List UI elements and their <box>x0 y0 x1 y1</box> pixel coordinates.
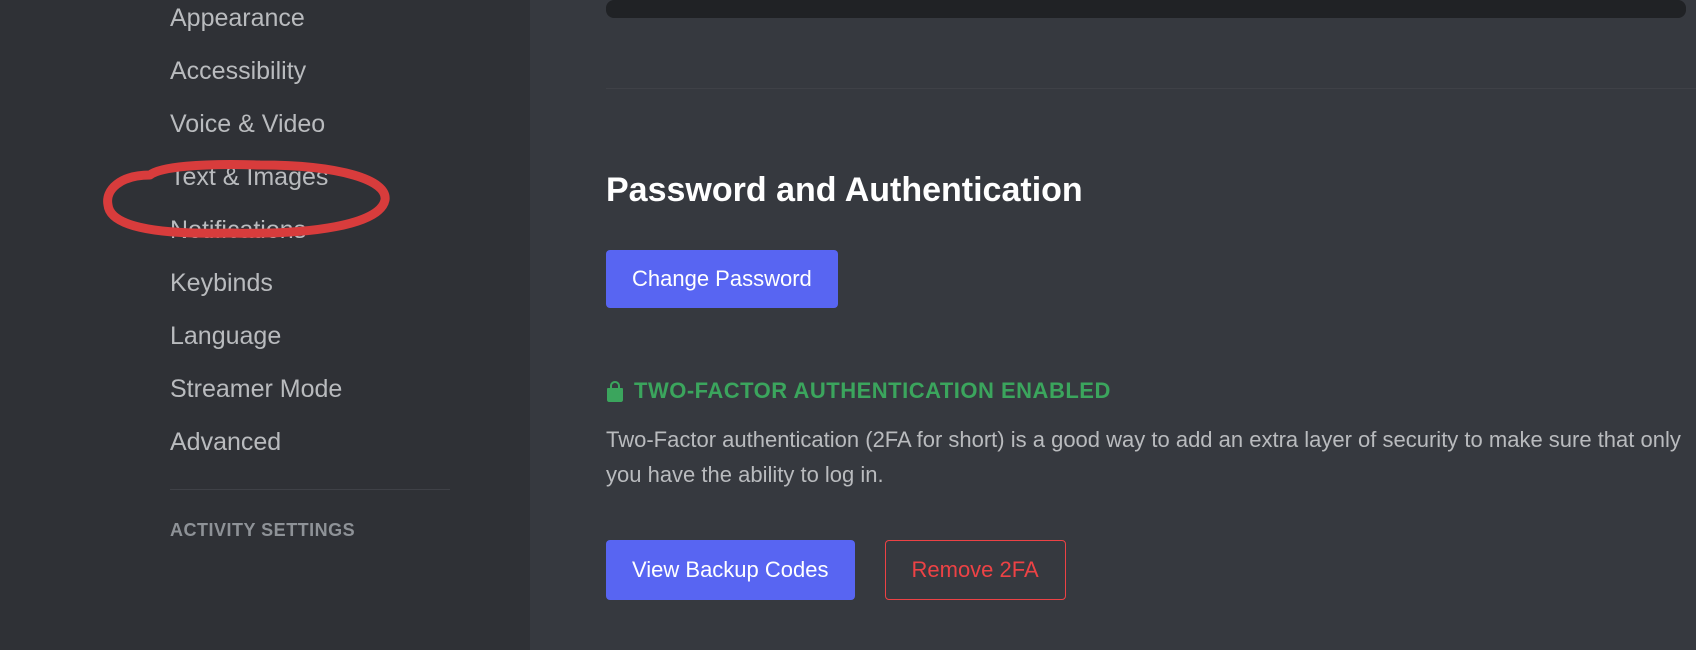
section-divider <box>606 88 1696 89</box>
sidebar-item-appearance[interactable]: Appearance <box>170 0 530 45</box>
main-content: Password and Authentication Change Passw… <box>530 0 1696 650</box>
sidebar-item-notifications[interactable]: Notifications <box>170 204 530 257</box>
twofa-status-text: TWO-FACTOR AUTHENTICATION ENABLED <box>634 378 1111 404</box>
sidebar-item-keybinds[interactable]: Keybinds <box>170 257 530 310</box>
remove-2fa-button[interactable]: Remove 2FA <box>885 540 1066 600</box>
sidebar-separator <box>170 489 450 490</box>
sidebar-item-advanced[interactable]: Advanced <box>170 416 530 469</box>
sidebar-item-streamer-mode[interactable]: Streamer Mode <box>170 363 530 416</box>
sidebar-heading-activity: ACTIVITY SETTINGS <box>170 510 530 541</box>
twofa-status-row: TWO-FACTOR AUTHENTICATION ENABLED <box>606 378 1696 404</box>
section-title-password-auth: Password and Authentication <box>606 171 1696 210</box>
lock-icon <box>606 380 624 402</box>
sidebar-item-text-images[interactable]: Text & Images <box>170 151 530 204</box>
account-card-bottom <box>606 0 1686 18</box>
twofa-description: Two-Factor authentication (2FA for short… <box>606 422 1696 492</box>
change-password-button[interactable]: Change Password <box>606 250 838 308</box>
view-backup-codes-button[interactable]: View Backup Codes <box>606 540 855 600</box>
sidebar-item-language[interactable]: Language <box>170 310 530 363</box>
sidebar-item-voice-video[interactable]: Voice & Video <box>170 98 530 151</box>
sidebar-item-accessibility[interactable]: Accessibility <box>170 45 530 98</box>
settings-sidebar: Appearance Accessibility Voice & Video T… <box>0 0 530 650</box>
